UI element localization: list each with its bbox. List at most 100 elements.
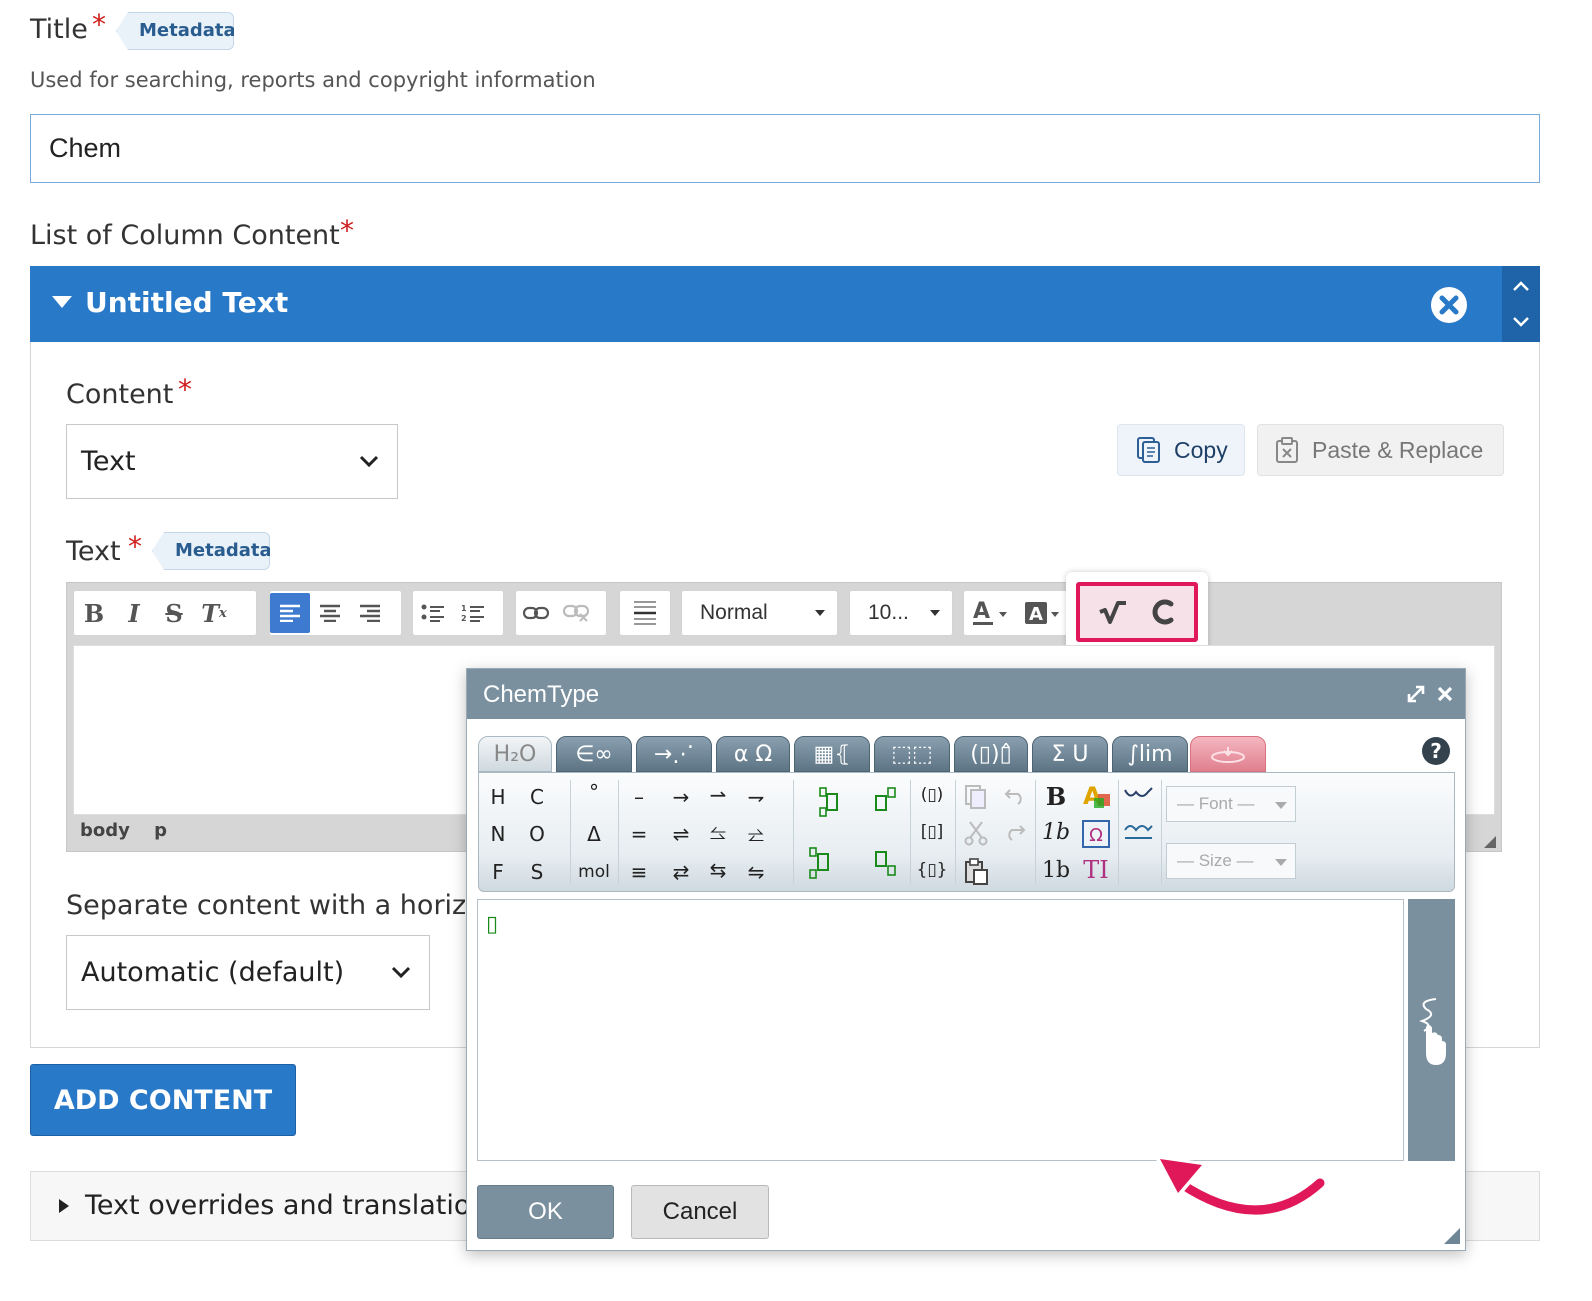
tab-greek[interactable]: α Ω xyxy=(716,736,790,772)
bg-color-button[interactable]: A xyxy=(1016,593,1068,633)
palette-arrow-8[interactable]: ⇆ xyxy=(702,858,734,882)
palette-arrow-3[interactable]: ⇁ xyxy=(740,785,772,809)
resize-grip-icon[interactable] xyxy=(1484,836,1496,848)
size-select-value: 10... xyxy=(868,601,909,624)
title-metadata-tag[interactable]: Metadata xyxy=(116,12,234,50)
palette-double-bond[interactable]: = xyxy=(623,822,655,846)
palette-upright-number[interactable]: 1b xyxy=(1040,858,1072,883)
chemtype-font-select[interactable]: — Font — xyxy=(1166,786,1296,822)
palette-degree[interactable]: ° xyxy=(578,780,610,804)
palette-delta[interactable]: Δ xyxy=(578,822,610,846)
svg-text:A: A xyxy=(973,599,990,624)
add-content-button[interactable]: ADD CONTENT xyxy=(30,1064,296,1136)
separator-select[interactable]: Automatic (default) xyxy=(66,935,430,1010)
title-input[interactable] xyxy=(30,114,1540,183)
palette-element-h[interactable]: H xyxy=(482,785,514,809)
align-right-button[interactable] xyxy=(350,593,390,633)
palette-arrow-4[interactable]: ⇌ xyxy=(665,822,697,846)
help-icon[interactable]: ? xyxy=(1421,736,1451,766)
italic-button[interactable]: I xyxy=(114,593,154,633)
tab-scripts[interactable]: ⬚⬚ xyxy=(874,736,950,772)
text-color-button[interactable]: A xyxy=(964,593,1016,633)
tab-arrows[interactable]: →⋰ xyxy=(636,736,712,772)
palette-curly-brackets[interactable]: {▯} xyxy=(912,860,952,880)
palette-arrow-6[interactable]: ⥨ xyxy=(740,822,772,846)
palette-arrow-9[interactable]: ⇋ xyxy=(740,860,772,884)
bold-button[interactable]: B xyxy=(74,593,114,633)
format-select[interactable]: Normal xyxy=(681,590,838,636)
unlink-button[interactable] xyxy=(556,593,596,633)
palette-arrow-5[interactable]: ⥦ xyxy=(702,820,734,844)
tab-chemistry[interactable]: H₂O xyxy=(478,736,552,772)
horizontal-line-button[interactable] xyxy=(620,593,670,633)
template-subscript-icon[interactable] xyxy=(874,850,898,878)
content-item-header[interactable]: Untitled Text xyxy=(30,266,1502,342)
palette-element-c[interactable]: C xyxy=(521,785,553,809)
numbered-list-button[interactable]: 12 xyxy=(453,593,493,633)
tab-calculus[interactable]: ∫lim xyxy=(1112,736,1188,772)
remove-item-icon[interactable] xyxy=(1430,286,1468,324)
chevron-up-icon[interactable] xyxy=(1512,280,1530,292)
copy-formula-icon[interactable] xyxy=(964,784,988,810)
palette-arrow-2[interactable]: ⇀ xyxy=(702,783,734,807)
text-metadata-tag[interactable]: Metadata xyxy=(152,532,270,570)
cut-icon[interactable] xyxy=(964,820,988,846)
ok-button[interactable]: OK xyxy=(477,1185,614,1239)
tab-sums[interactable]: Σ U xyxy=(1032,736,1108,772)
palette-element-o[interactable]: O xyxy=(521,822,553,846)
palette-parentheses[interactable]: (▯) xyxy=(912,785,952,805)
chem-type-button[interactable] xyxy=(1142,592,1182,632)
tab-custom[interactable] xyxy=(1190,736,1266,772)
redo-icon[interactable] xyxy=(1004,822,1026,842)
palette-arrow-1[interactable]: → xyxy=(665,785,697,809)
math-type-button[interactable] xyxy=(1093,592,1133,632)
bulleted-list-button[interactable] xyxy=(413,593,453,633)
chemtype-titlebar[interactable]: ChemType xyxy=(467,669,1465,719)
title-required-mark: * xyxy=(92,8,106,41)
content-type-select[interactable]: Text xyxy=(66,424,398,499)
chemtype-size-select[interactable]: — Size — xyxy=(1166,843,1296,879)
caret-right-icon xyxy=(59,1199,69,1213)
palette-element-s[interactable]: S xyxy=(521,860,553,884)
paste-replace-button[interactable]: Paste & Replace xyxy=(1257,424,1504,476)
palette-color-icon[interactable]: A xyxy=(1082,782,1112,810)
palette-element-f[interactable]: F xyxy=(482,860,514,884)
copy-button[interactable]: Copy xyxy=(1117,424,1245,476)
special-chars-icon[interactable]: Ω xyxy=(1082,820,1110,848)
path-body[interactable]: body xyxy=(80,820,130,841)
path-p[interactable]: p xyxy=(154,820,167,841)
palette-mol[interactable]: mol xyxy=(572,862,616,882)
maximize-icon[interactable] xyxy=(1407,685,1425,703)
align-center-button[interactable] xyxy=(310,593,350,633)
cancel-button[interactable]: Cancel xyxy=(631,1185,769,1239)
palette-element-n[interactable]: N xyxy=(482,822,514,846)
palette-italic-number[interactable]: 1b xyxy=(1040,820,1072,845)
paste-formula-icon[interactable] xyxy=(964,858,990,886)
rtl-align-icon[interactable] xyxy=(1122,820,1156,844)
align-left-button[interactable] xyxy=(270,593,310,633)
reorder-handle[interactable] xyxy=(1502,266,1540,342)
palette-triple-bond[interactable]: ≡ xyxy=(623,860,655,884)
dialog-resize-grip-icon[interactable] xyxy=(1444,1228,1460,1244)
palette-single-bond[interactable]: – xyxy=(623,785,655,809)
template-left-scripts-icon[interactable] xyxy=(818,786,842,820)
size-select[interactable]: 10... xyxy=(849,590,953,636)
template-sub-left-icon[interactable] xyxy=(808,846,832,880)
tab-brackets[interactable]: (▯)▯̂ xyxy=(954,736,1028,772)
palette-arrow-7[interactable]: ⇄ xyxy=(665,860,697,884)
chevron-down-icon[interactable] xyxy=(1512,316,1530,328)
formula-editing-area[interactable]: ▯ xyxy=(477,899,1404,1161)
link-button[interactable] xyxy=(516,593,556,633)
close-icon[interactable] xyxy=(1437,686,1453,702)
tab-matrices[interactable]: ▦⦃ xyxy=(794,736,870,772)
palette-text-mode[interactable]: TI xyxy=(1080,856,1112,884)
undo-icon[interactable] xyxy=(1004,786,1026,806)
remove-format-button[interactable]: Tx xyxy=(194,593,234,633)
strike-button[interactable]: S xyxy=(154,593,194,633)
template-superscript-icon[interactable] xyxy=(874,786,898,814)
palette-square-brackets[interactable]: [▯] xyxy=(912,822,952,842)
rtl-text-icon[interactable] xyxy=(1122,784,1156,806)
handwriting-panel-toggle[interactable] xyxy=(1408,899,1455,1161)
palette-bold[interactable]: B xyxy=(1040,782,1072,811)
tab-symbols[interactable]: ∈∞ xyxy=(556,736,632,772)
